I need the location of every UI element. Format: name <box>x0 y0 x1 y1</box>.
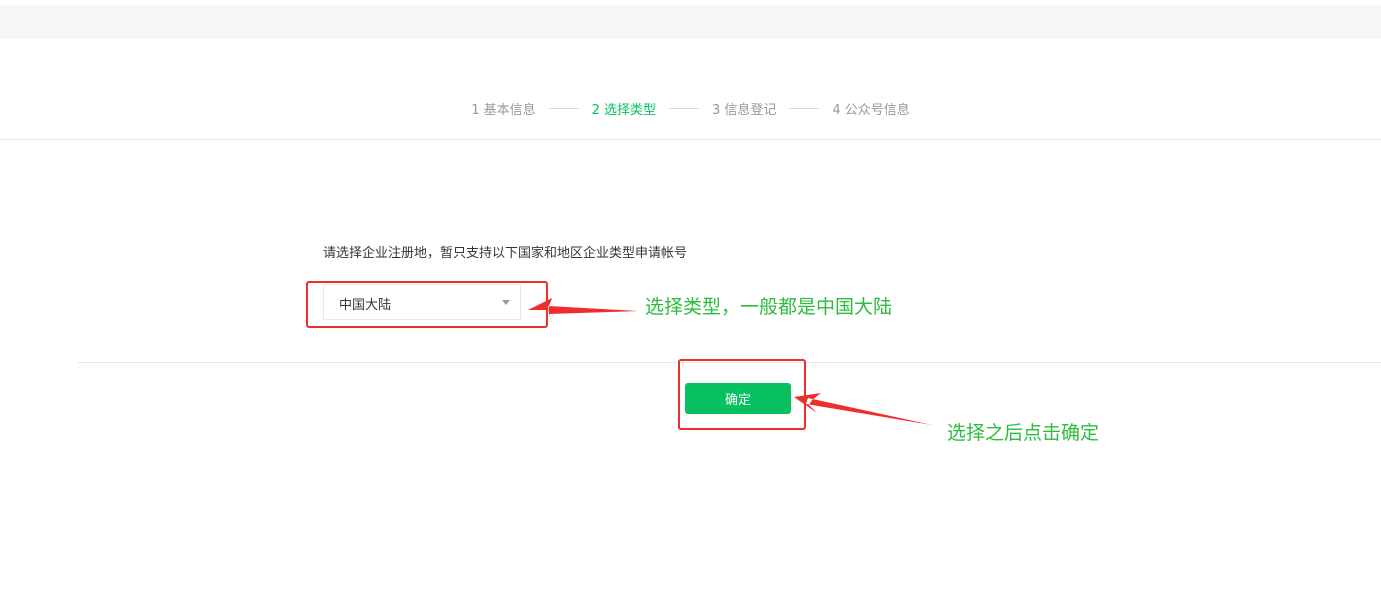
annotation-select-note: 选择类型，一般都是中国大陆 <box>645 296 893 318</box>
step-account-info: 4 公众号信息 <box>832 102 910 118</box>
step-info-registration: 3 信息登记 <box>712 102 777 118</box>
step-select-type: 2 选择类型 <box>591 102 656 118</box>
step-separator <box>548 107 579 109</box>
step-progress: 1 基本信息 2 选择类型 3 信息登记 4 公众号信息 <box>0 97 1381 119</box>
highlight-box-select <box>306 281 548 328</box>
header-divider <box>0 139 1381 140</box>
annotation-confirm-note: 选择之后点击确定 <box>947 422 1100 444</box>
highlight-box-confirm <box>678 359 806 430</box>
top-bar <box>0 5 1381 38</box>
step-separator <box>789 107 820 109</box>
step-separator <box>669 107 699 109</box>
step-basic-info: 1 基本信息 <box>471 102 536 118</box>
arrow-to-confirm-icon <box>794 393 932 425</box>
region-instruction: 请选择企业注册地，暂只支持以下国家和地区企业类型申请帐号 <box>323 246 688 261</box>
